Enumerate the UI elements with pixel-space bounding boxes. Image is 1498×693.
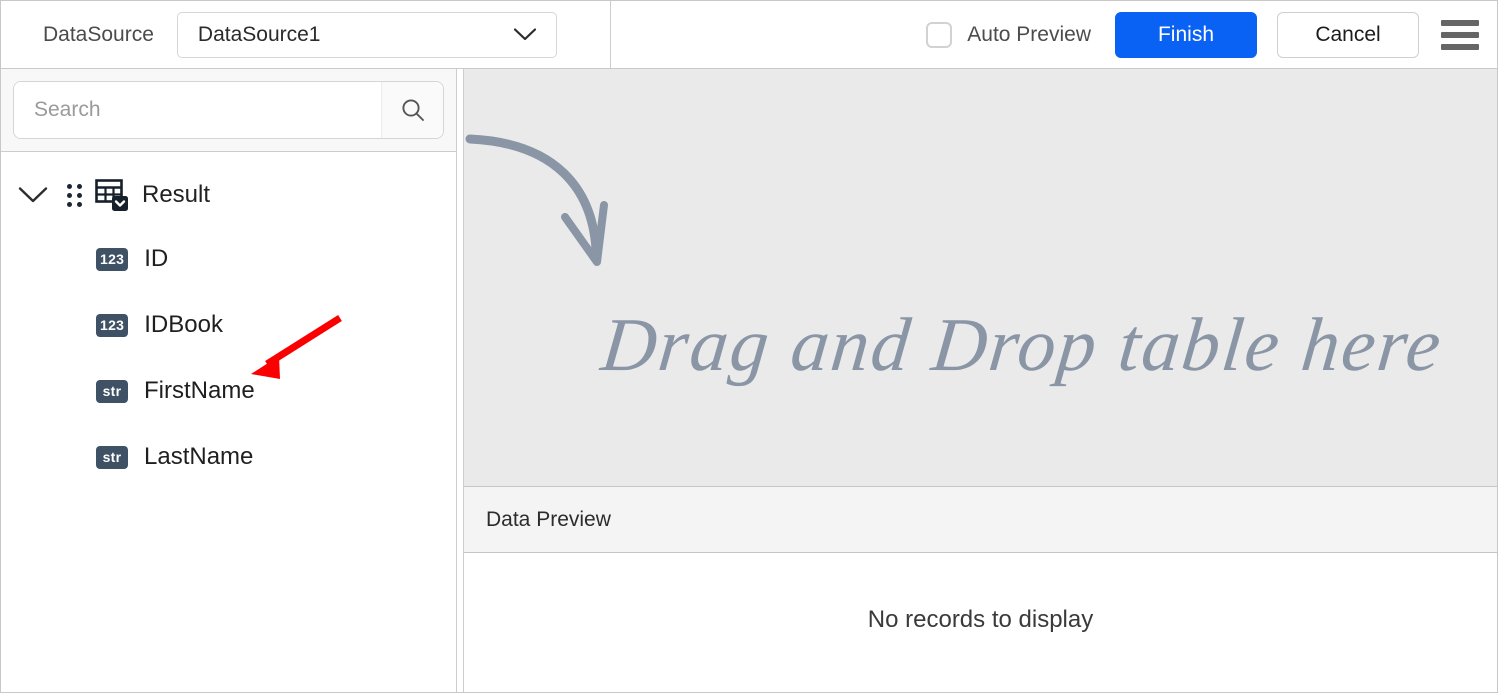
search-icon[interactable] <box>381 82 443 138</box>
no-records-message: No records to display <box>867 605 1094 633</box>
chevron-down-icon <box>513 28 536 41</box>
tree-field-label: IDBook <box>144 311 223 338</box>
tree-field-label: ID <box>144 245 169 272</box>
type-badge: str <box>96 445 128 469</box>
datasource-selector-group: DataSource DataSource1 <box>1 1 611 68</box>
hamburger-menu-icon[interactable] <box>1441 19 1479 50</box>
dropzone-text: Drag and Drop table here <box>597 303 1447 387</box>
tree-node-result[interactable]: Result <box>1 164 456 226</box>
drag-dots-icon[interactable] <box>63 182 85 208</box>
data-preview-title: Data Preview <box>486 507 611 531</box>
data-tree-panel: Result 123 ID 123 IDBook str FirstName s… <box>1 69 457 692</box>
design-panel: Drag and Drop table here Data Preview No… <box>464 69 1497 692</box>
chevron-down-icon[interactable] <box>15 177 51 213</box>
auto-preview-toggle[interactable]: Auto Preview <box>926 21 1091 48</box>
search-row <box>1 69 456 152</box>
search-box[interactable] <box>13 81 444 139</box>
main-body: Result 123 ID 123 IDBook str FirstName s… <box>1 69 1497 692</box>
auto-preview-label: Auto Preview <box>967 22 1091 46</box>
datasource-designer-window: DataSource DataSource1 Auto Preview Fini… <box>0 0 1498 693</box>
datasource-selected-value: DataSource1 <box>197 22 321 46</box>
toolbar: DataSource DataSource1 Auto Preview Fini… <box>1 1 1497 69</box>
tree-field-row[interactable]: 123 ID <box>1 226 456 292</box>
tree-field-row[interactable]: str FirstName <box>1 358 456 424</box>
tree-field-row[interactable]: 123 IDBook <box>1 292 456 358</box>
tree-field-row[interactable]: str LastName <box>1 424 456 490</box>
cancel-button[interactable]: Cancel <box>1277 11 1419 58</box>
data-preview-body: No records to display <box>464 553 1497 692</box>
table-dropzone[interactable]: Drag and Drop table here <box>464 69 1497 487</box>
finish-button[interactable]: Finish <box>1115 11 1257 58</box>
panel-splitter[interactable] <box>457 69 464 692</box>
type-badge: 123 <box>96 313 129 337</box>
type-badge: 123 <box>96 247 129 271</box>
toolbar-actions: Auto Preview Finish Cancel <box>611 1 1497 68</box>
tree-field-label: FirstName <box>144 377 255 404</box>
auto-preview-checkbox[interactable] <box>926 21 953 48</box>
search-input[interactable] <box>14 82 381 138</box>
data-tree: Result 123 ID 123 IDBook str FirstName s… <box>1 152 456 692</box>
data-preview-header: Data Preview <box>464 487 1497 553</box>
datasource-label: DataSource <box>43 22 154 46</box>
tree-field-label: LastName <box>144 443 254 470</box>
datasource-dropdown[interactable]: DataSource1 <box>176 11 557 58</box>
tree-node-label: Result <box>142 181 211 208</box>
curved-arrow-icon <box>464 131 764 291</box>
table-dropdown-icon <box>95 178 129 212</box>
type-badge: str <box>96 379 128 403</box>
